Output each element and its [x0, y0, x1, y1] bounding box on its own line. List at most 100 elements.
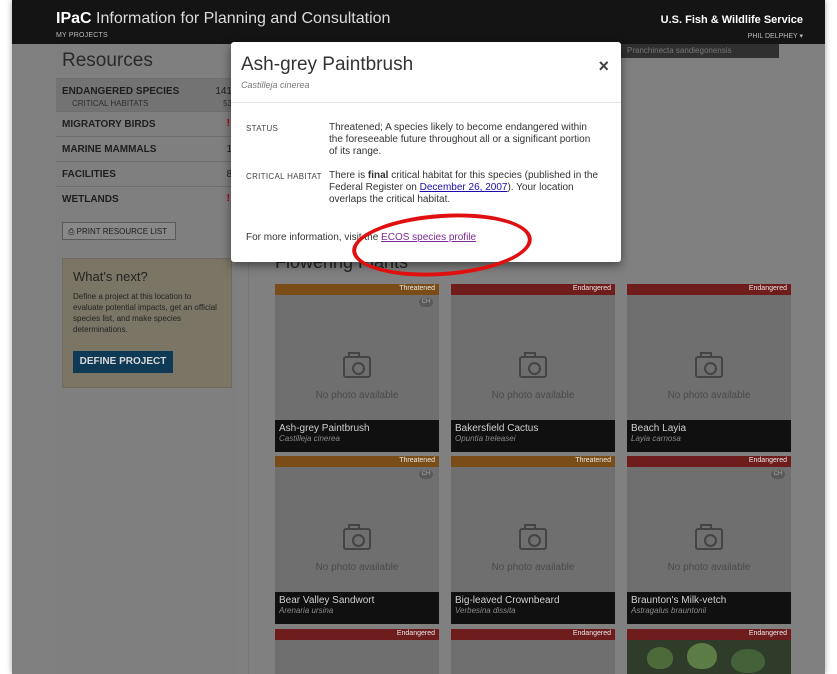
sidebar-item-migratory-birds[interactable]: MIGRATORY BIRDS ! [56, 111, 236, 136]
species-photo [731, 649, 765, 673]
no-photo-text: No photo available [667, 390, 751, 401]
sidebar-item-label: MIGRATORY BIRDS [62, 119, 156, 130]
critical-habitat-badge: CH [419, 298, 433, 307]
species-name: Big-leaved Crownbeard [455, 595, 560, 606]
status-label: STATUS [246, 124, 279, 133]
status-badge: Endangered [451, 284, 615, 295]
modal-title: Ash-grey Paintbrush [241, 54, 414, 75]
user-menu[interactable]: PHIL DELPHEY ▾ [748, 32, 803, 40]
species-card[interactable]: Endangered [275, 629, 439, 674]
ecos-species-profile-link[interactable]: ECOS species profile [381, 232, 476, 243]
sidebar-item-count: 141 [215, 86, 232, 97]
species-card[interactable]: Threatened No photo available Big-leaved… [451, 456, 615, 624]
species-photo [687, 643, 717, 669]
status-badge: Threatened [275, 456, 439, 467]
agency-name: U.S. Fish & Wildlife Service [660, 14, 803, 26]
critical-habitat-badge: CH [771, 470, 785, 479]
card-caption: Beach Layia Layia carnosa [627, 420, 791, 452]
my-projects-link[interactable]: MY PROJECTS [56, 32, 108, 39]
app-brand[interactable]: IPaC Information for Planning and Consul… [56, 10, 390, 28]
sidebar-item-facilities[interactable]: FACILITIES 8 [56, 161, 236, 186]
define-project-button[interactable]: DEFINE PROJECT [73, 351, 173, 373]
species-name: Bakersfield Cactus [455, 423, 539, 434]
species-modal: Ash-grey Paintbrush Castilleja cinerea ×… [231, 42, 621, 262]
federal-register-link[interactable]: December 26, 2007 [420, 182, 508, 193]
status-badge: Threatened [275, 284, 439, 295]
sidebar-item-endangered-species[interactable]: ENDANGERED SPECIES 141 CRITICAL HABITATS… [56, 78, 236, 111]
species-scientific-name: Arenaria ursina [279, 606, 334, 615]
card-caption: Braunton's Milk-vetch Astragalus braunto… [627, 592, 791, 624]
critical-habitat-badge: CH [419, 470, 433, 479]
resources-title: Resources [62, 50, 153, 71]
species-scientific-name: Opuntia treleasei [455, 434, 516, 443]
camera-icon [343, 524, 371, 550]
close-icon[interactable]: × [598, 56, 609, 77]
sidebar-item-label: ENDANGERED SPECIES [62, 86, 180, 97]
more-info-text: For more information, visit the ECOS spe… [246, 232, 476, 243]
status-badge: Threatened [451, 456, 615, 467]
species-scientific-name: Castilleja cinerea [279, 434, 340, 443]
warning-icon: ! [226, 118, 230, 129]
species-scientific-name: Layia carnosa [631, 434, 681, 443]
species-card[interactable]: Endangered CH No photo available Braunto… [627, 456, 791, 624]
top-header: IPaC Information for Planning and Consul… [12, 0, 825, 44]
ch-final-word: final [367, 170, 389, 181]
sidebar-item-label: MARINE MAMMALS [62, 144, 157, 155]
sidebar-subitem-critical-habitats[interactable]: CRITICAL HABITATS [72, 99, 148, 108]
species-name: Bear Valley Sandwort [279, 595, 375, 606]
status-badge: Endangered [451, 629, 615, 640]
whats-next-text: Define a project at this location to eva… [73, 292, 217, 334]
species-card[interactable]: Endangered [451, 629, 615, 674]
species-card[interactable]: Threatened CH No photo available Bear Va… [275, 456, 439, 624]
camera-icon [343, 352, 371, 378]
species-name: Ash-grey Paintbrush [279, 423, 370, 434]
no-photo-text: No photo available [315, 562, 399, 573]
species-name: Braunton's Milk-vetch [631, 595, 727, 606]
more-info-prefix: For more information, visit the [246, 232, 382, 243]
no-photo-text: No photo available [315, 390, 399, 401]
brand-logo-text: IPaC [56, 10, 92, 27]
status-badge: Endangered [627, 456, 791, 467]
print-resource-list-button[interactable]: ⎙ PRINT RESOURCE LIST [62, 222, 176, 240]
camera-icon [519, 352, 547, 378]
resources-list: ENDANGERED SPECIES 141 CRITICAL HABITATS… [56, 78, 236, 211]
species-scientific-name: Astragalus brauntonii [631, 606, 707, 615]
sidebar-item-label: WETLANDS [62, 194, 119, 205]
species-name: Beach Layia [631, 423, 687, 434]
sidebar-item-marine-mammals[interactable]: MARINE MAMMALS 1 [56, 136, 236, 161]
no-photo-text: No photo available [491, 562, 575, 573]
page-frame: IPaC Information for Planning and Consul… [12, 0, 825, 674]
camera-icon [695, 524, 723, 550]
ch-text-part: There is [329, 170, 368, 181]
resources-sidebar: Resources ENDANGERED SPECIES 141 CRITICA… [56, 44, 236, 674]
status-badge: Endangered [627, 629, 791, 640]
species-card[interactable]: Endangered No photo available Bakersfiel… [451, 284, 615, 452]
species-scientific-name: Verbesina dissita [455, 606, 516, 615]
card-caption: Bear Valley Sandwort Arenaria ursina [275, 592, 439, 624]
card-caption: Big-leaved Crownbeard Verbesina dissita [451, 592, 615, 624]
no-photo-text: No photo available [491, 390, 575, 401]
card-caption: Bakersfield Cactus Opuntia treleasei [451, 420, 615, 452]
species-photo [647, 647, 673, 669]
modal-scientific-name: Castilleja cinerea [241, 80, 310, 90]
status-text: Threatened; A species likely to become e… [329, 122, 591, 157]
warning-icon: ! [226, 193, 230, 204]
whats-next-title: What's next? [73, 269, 148, 284]
status-badge: Endangered [627, 284, 791, 295]
camera-icon [519, 524, 547, 550]
no-photo-text: No photo available [667, 562, 751, 573]
sidebar-item-label: FACILITIES [62, 169, 116, 180]
modal-divider [231, 102, 621, 103]
whats-next-panel: What's next? Define a project at this lo… [62, 258, 232, 388]
species-card[interactable]: Endangered [627, 629, 791, 674]
sidebar-item-wetlands[interactable]: WETLANDS ! [56, 186, 236, 211]
card-caption: Ash-grey Paintbrush Castilleja cinerea [275, 420, 439, 452]
species-card[interactable]: Endangered No photo available Beach Layi… [627, 284, 791, 452]
status-badge: Endangered [275, 629, 439, 640]
map-fragment: Pranchinecta sandiegonensis [621, 44, 779, 58]
critical-habitat-label: CRITICAL HABITAT [246, 172, 322, 181]
camera-icon [695, 352, 723, 378]
critical-habitat-text: There is final critical habitat for this… [329, 170, 601, 206]
species-card[interactable]: Threatened CH No photo available Ash-gre… [275, 284, 439, 452]
brand-title: Information for Planning and Consultatio… [91, 10, 391, 27]
